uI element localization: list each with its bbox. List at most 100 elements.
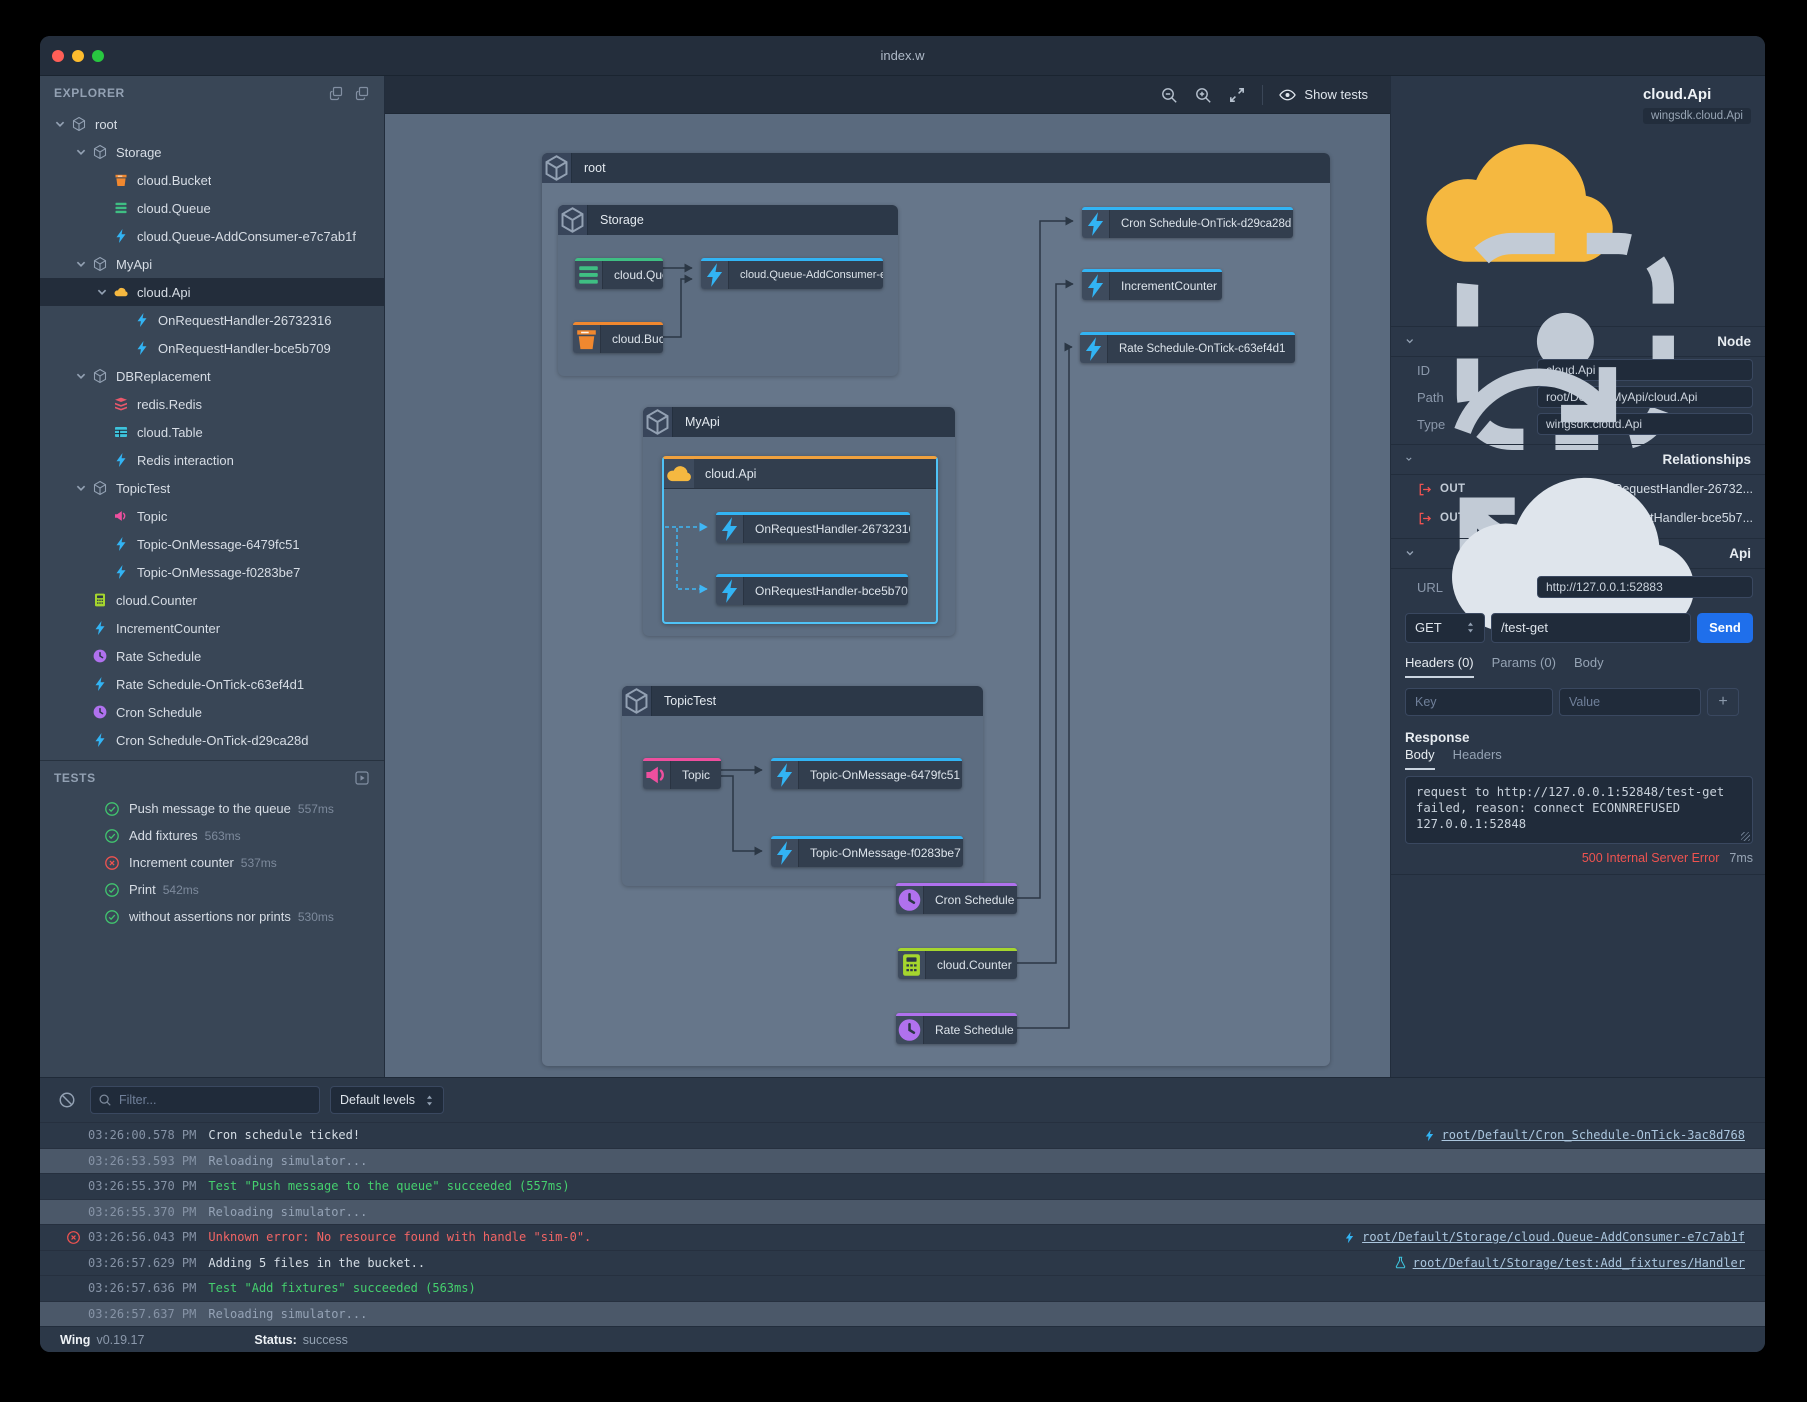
log-row-verbose[interactable]: 03:26:55.370 PMReloading simulator... xyxy=(40,1199,1765,1225)
show-tests-toggle[interactable]: Show tests xyxy=(1279,87,1368,102)
chevron-down-icon[interactable] xyxy=(75,146,87,158)
minimize-window-button[interactable] xyxy=(72,50,84,62)
clear-logs-button[interactable] xyxy=(54,1087,80,1113)
log-row-verbose[interactable]: 03:26:57.637 PMReloading simulator... xyxy=(40,1301,1765,1327)
node-onrequesthandler-1[interactable]: OnRequestHandler-26732316 xyxy=(716,512,910,543)
node-cloud-api-label: cloud.Api xyxy=(694,459,936,488)
tree-item-topictest[interactable]: TopicTest xyxy=(40,474,384,502)
node-cloud-counter[interactable]: cloud.Counter xyxy=(898,948,1017,979)
tree-item-dbreplacement[interactable]: DBReplacement xyxy=(40,362,384,390)
chevron-down-icon[interactable] xyxy=(54,118,66,130)
request-path-input[interactable] xyxy=(1491,613,1691,643)
test-item[interactable]: without assertions nor prints530ms xyxy=(40,903,384,930)
tab-response-body[interactable]: Body xyxy=(1405,747,1435,770)
tab-params[interactable]: Params (0) xyxy=(1492,655,1556,678)
test-item[interactable]: Add fixtures563ms xyxy=(40,822,384,849)
header-value-input[interactable] xyxy=(1559,688,1701,716)
log-filter-input[interactable] xyxy=(90,1086,320,1114)
node-queue-addconsumer[interactable]: cloud.Queue-AddConsumer-e7c7ab1f xyxy=(701,258,883,289)
tree-item-cron-schedule-ontick-d29ca28d[interactable]: Cron Schedule-OnTick-d29ca28d xyxy=(40,726,384,754)
tree-item-onrequesthandler-26732316[interactable]: OnRequestHandler-26732316 xyxy=(40,306,384,334)
node-increment-counter[interactable]: IncrementCounter xyxy=(1082,269,1222,300)
container-topictest-header[interactable]: TopicTest xyxy=(622,686,983,716)
resize-handle[interactable] xyxy=(1741,832,1750,841)
close-window-button[interactable] xyxy=(52,50,64,62)
fit-to-screen-icon[interactable] xyxy=(1228,86,1246,104)
tree-item-topic-onmessage-6479fc51[interactable]: Topic-OnMessage-6479fc51 xyxy=(40,530,384,558)
log-row-info[interactable]: 03:26:00.578 PMCron schedule ticked!root… xyxy=(40,1122,1765,1148)
node-topic[interactable]: Topic xyxy=(643,758,721,789)
tree-item-cloud-counter[interactable]: cloud.Counter xyxy=(40,586,384,614)
chevron-down-icon[interactable] xyxy=(75,482,87,494)
node-cron-schedule[interactable]: Cron Schedule xyxy=(896,883,1017,914)
tree-item-cloud-api[interactable]: cloud.Api xyxy=(40,278,384,306)
log-row-error[interactable]: 03:26:56.043 PMUnknown error: No resourc… xyxy=(40,1224,1765,1250)
tree-item-redis-interaction[interactable]: Redis interaction xyxy=(40,446,384,474)
canvas[interactable]: root Storage MyApi xyxy=(385,114,1390,1077)
node-topic-onmessage-2[interactable]: Topic-OnMessage-f0283be7 xyxy=(771,836,963,867)
container-storage-header[interactable]: Storage xyxy=(558,205,898,235)
node-cloud-queue[interactable]: cloud.Queue xyxy=(575,258,663,289)
chevron-down-icon[interactable] xyxy=(75,370,87,382)
response-body[interactable]: request to http://127.0.0.1:52848/test-g… xyxy=(1405,776,1753,844)
node-cloud-api-header[interactable]: cloud.Api xyxy=(664,459,936,489)
run-tests-icon[interactable] xyxy=(354,770,370,786)
log-row-success[interactable]: 03:26:55.370 PMTest "Push message to the… xyxy=(40,1173,1765,1199)
tree-item-onrequesthandler-bce5b709[interactable]: OnRequestHandler-bce5b709 xyxy=(40,334,384,362)
expand-all-icon[interactable] xyxy=(328,85,344,101)
log-row-verbose[interactable]: 03:26:53.593 PMReloading simulator... xyxy=(40,1148,1765,1174)
section-api[interactable]: Api xyxy=(1391,538,1765,569)
tree-item-cloud-table[interactable]: cloud.Table xyxy=(40,418,384,446)
tree-item-myapi[interactable]: MyApi xyxy=(40,250,384,278)
header-key-input[interactable] xyxy=(1405,688,1553,716)
node-onrequesthandler-2[interactable]: OnRequestHandler-bce5b709 xyxy=(716,574,908,605)
zoom-in-icon[interactable] xyxy=(1194,86,1212,104)
function-icon xyxy=(716,515,743,543)
tree-item-cron-schedule[interactable]: Cron Schedule xyxy=(40,698,384,726)
test-item[interactable]: Increment counter537ms xyxy=(40,849,384,876)
tree-item-redis-redis[interactable]: redis.Redis xyxy=(40,390,384,418)
tree-item-cloud-queue-addconsumer-e7c7ab1f[interactable]: cloud.Queue-AddConsumer-e7c7ab1f xyxy=(40,222,384,250)
log-resource-link[interactable]: root/Default/Storage/test:Add_fixtures/H… xyxy=(1394,1256,1745,1270)
tree-item-root[interactable]: root xyxy=(40,110,384,138)
url-value[interactable]: http://127.0.0.1:52883 xyxy=(1537,576,1753,598)
tab-response-headers[interactable]: Headers xyxy=(1453,747,1502,770)
zoom-out-icon[interactable] xyxy=(1160,86,1178,104)
tree-item-label: Rate Schedule-OnTick-c63ef4d1 xyxy=(116,677,304,692)
tree-item-topic-onmessage-f0283be7[interactable]: Topic-OnMessage-f0283be7 xyxy=(40,558,384,586)
node-rate-schedule-ontick[interactable]: Rate Schedule-OnTick-c63ef4d1 xyxy=(1080,332,1295,363)
test-item[interactable]: Push message to the queue557ms xyxy=(40,795,384,822)
tree-item-topic[interactable]: Topic xyxy=(40,502,384,530)
node-topic-onmessage-1[interactable]: Topic-OnMessage-6479fc51 xyxy=(771,758,962,789)
title-bar: index.w xyxy=(40,36,1765,76)
log-resource-link[interactable]: root/Default/Cron_Schedule-OnTick-3ac8d7… xyxy=(1423,1128,1745,1142)
tree-item-rate-schedule[interactable]: Rate Schedule xyxy=(40,642,384,670)
test-duration: 542ms xyxy=(163,883,199,897)
log-level-select[interactable]: Default levels xyxy=(330,1086,444,1114)
tree-item-rate-schedule-ontick-c63ef4d1[interactable]: Rate Schedule-OnTick-c63ef4d1 xyxy=(40,670,384,698)
method-select[interactable]: GET xyxy=(1405,613,1485,643)
tree-item-storage[interactable]: Storage xyxy=(40,138,384,166)
tab-body[interactable]: Body xyxy=(1574,655,1604,678)
test-item[interactable]: Print542ms xyxy=(40,876,384,903)
container-myapi-header[interactable]: MyApi xyxy=(643,407,955,437)
log-row-success[interactable]: 03:26:57.636 PMTest "Add fixtures" succe… xyxy=(40,1275,1765,1301)
node-label: Cron Schedule xyxy=(923,886,1017,914)
log-resource-link[interactable]: root/Default/Storage/cloud.Queue-AddCons… xyxy=(1343,1230,1745,1244)
container-root-header[interactable]: root xyxy=(542,153,1330,183)
tab-headers[interactable]: Headers (0) xyxy=(1405,655,1474,678)
add-header-button[interactable]: + xyxy=(1707,688,1739,716)
zoom-window-button[interactable] xyxy=(92,50,104,62)
send-button[interactable]: Send xyxy=(1697,613,1753,643)
node-cloud-bucket[interactable]: cloud.Bucket xyxy=(573,322,663,353)
tree-item-incrementcounter[interactable]: IncrementCounter xyxy=(40,614,384,642)
tree-item-cloud-queue[interactable]: cloud.Queue xyxy=(40,194,384,222)
collapse-all-icon[interactable] xyxy=(354,85,370,101)
tree-item-cloud-bucket[interactable]: cloud.Bucket xyxy=(40,166,384,194)
response-status-code: 500 Internal Server Error xyxy=(1582,851,1720,865)
node-cron-schedule-ontick[interactable]: Cron Schedule-OnTick-d29ca28d xyxy=(1082,207,1293,238)
node-rate-schedule[interactable]: Rate Schedule xyxy=(896,1013,1017,1044)
chevron-down-icon[interactable] xyxy=(96,286,108,298)
log-row-info[interactable]: 03:26:57.629 PMAdding 5 files in the buc… xyxy=(40,1250,1765,1276)
chevron-down-icon[interactable] xyxy=(75,258,87,270)
